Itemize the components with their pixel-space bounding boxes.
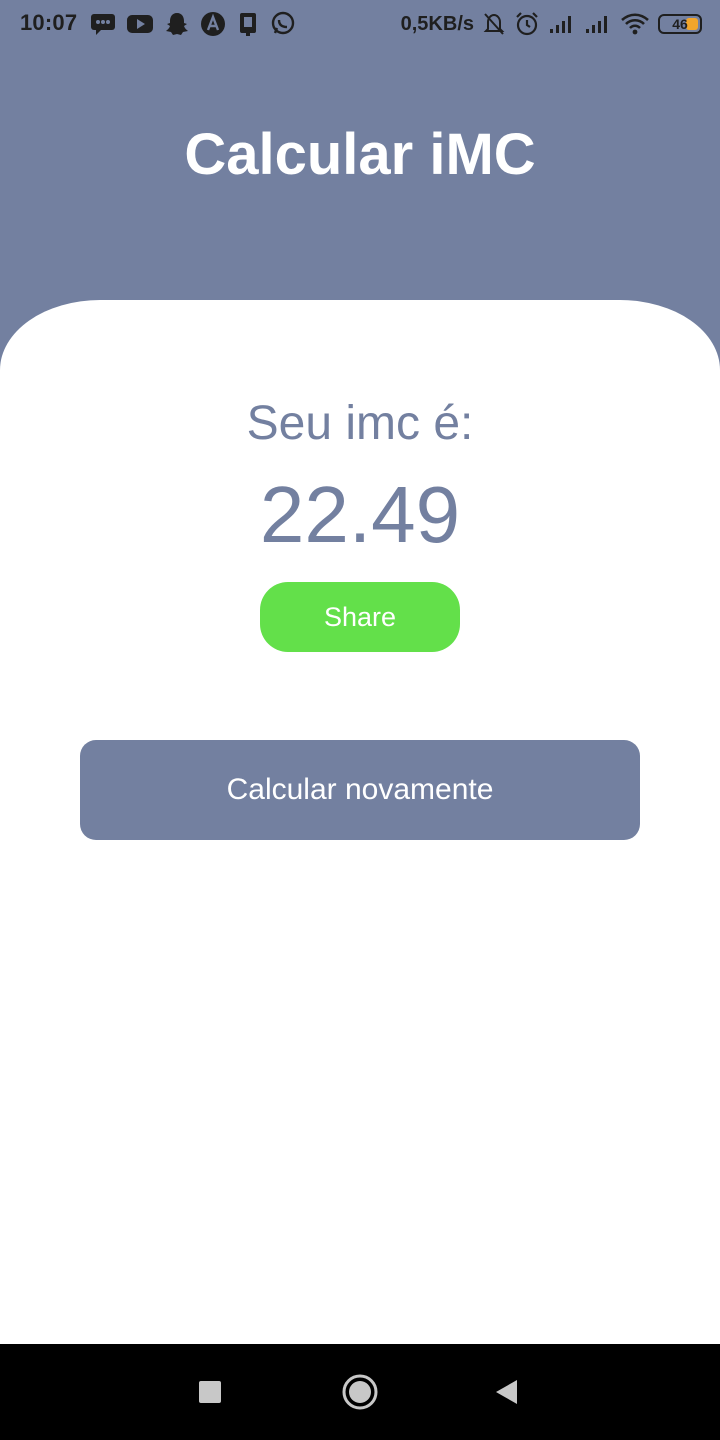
network-speed: 0,5KB/s: [400, 12, 474, 35]
whatsapp-icon: [270, 11, 296, 37]
page-title: Calcular iMC: [184, 122, 536, 187]
back-button[interactable]: [466, 1344, 546, 1440]
recalculate-button[interactable]: Calcular novamente: [80, 740, 640, 840]
app-icon: [200, 11, 226, 37]
bmi-value: 22.49: [259, 470, 461, 559]
status-right: 0,5KB/s 46: [401, 10, 702, 38]
home-icon: [342, 1374, 378, 1410]
youtube-icon: [126, 13, 154, 35]
home-button[interactable]: [320, 1344, 400, 1440]
share-button[interactable]: Share: [260, 582, 460, 652]
battery-text: 46: [672, 16, 688, 32]
status-bar: 10:07 0,5KB/s 46: [0, 0, 720, 50]
recents-button[interactable]: [170, 1344, 250, 1440]
notification-icons: [90, 10, 296, 38]
signal-icon: [548, 13, 576, 35]
signal-icon: [584, 13, 612, 35]
bell-muted-icon: [482, 11, 506, 37]
status-time: 10:07: [20, 10, 78, 35]
messages-icon: [90, 12, 116, 36]
back-icon: [496, 1380, 517, 1404]
alarm-icon: [514, 11, 540, 37]
sim-icon: [236, 11, 260, 37]
wifi-icon: [620, 12, 650, 36]
snapchat-icon: [164, 11, 190, 37]
navigation-bar: [0, 1344, 720, 1440]
recents-icon: [199, 1381, 221, 1403]
result-label: Seu imc é:: [246, 397, 474, 450]
battery-icon: 46: [658, 14, 702, 34]
